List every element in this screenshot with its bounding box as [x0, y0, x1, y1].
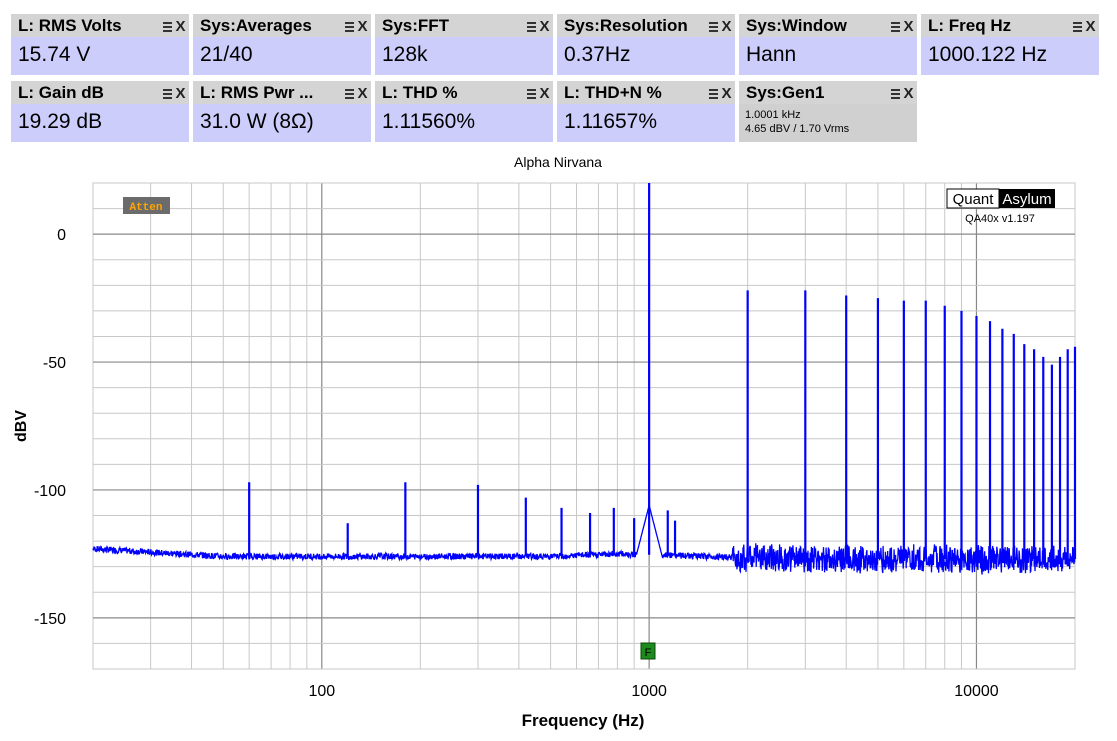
y-tick-label: -50	[43, 355, 66, 372]
spectrum-chart: Alpha Nirvana 0-50-100-150 100 1000 10000 …	[13, 154, 1077, 730]
x-tick-label: 100	[308, 683, 335, 700]
svg-text:Quant: Quant	[953, 191, 995, 208]
chart-title: Alpha Nirvana	[514, 154, 602, 170]
x-tick-label: 1000	[631, 683, 667, 700]
atten-badge[interactable]: Atten	[123, 197, 170, 214]
y-axis-label: dBV	[13, 410, 30, 442]
x-tick-labels: 100 1000 10000	[308, 683, 998, 700]
svg-text:F: F	[645, 647, 652, 659]
y-tick-label: -150	[34, 611, 66, 628]
y-tick-labels: 0 -50 -100 -150	[34, 227, 66, 628]
atten-label: Atten	[129, 202, 162, 214]
f-marker[interactable]: F	[640, 642, 656, 660]
plot-area	[92, 182, 1076, 670]
svg-text:Asylum: Asylum	[1002, 191, 1051, 208]
x-tick-label: 10000	[954, 683, 999, 700]
x-axis-label: Frequency (Hz)	[522, 711, 645, 730]
y-tick-label: -100	[34, 483, 66, 500]
version-label: QA40x v1.197	[965, 213, 1035, 225]
y-tick-label: 0	[57, 227, 66, 244]
